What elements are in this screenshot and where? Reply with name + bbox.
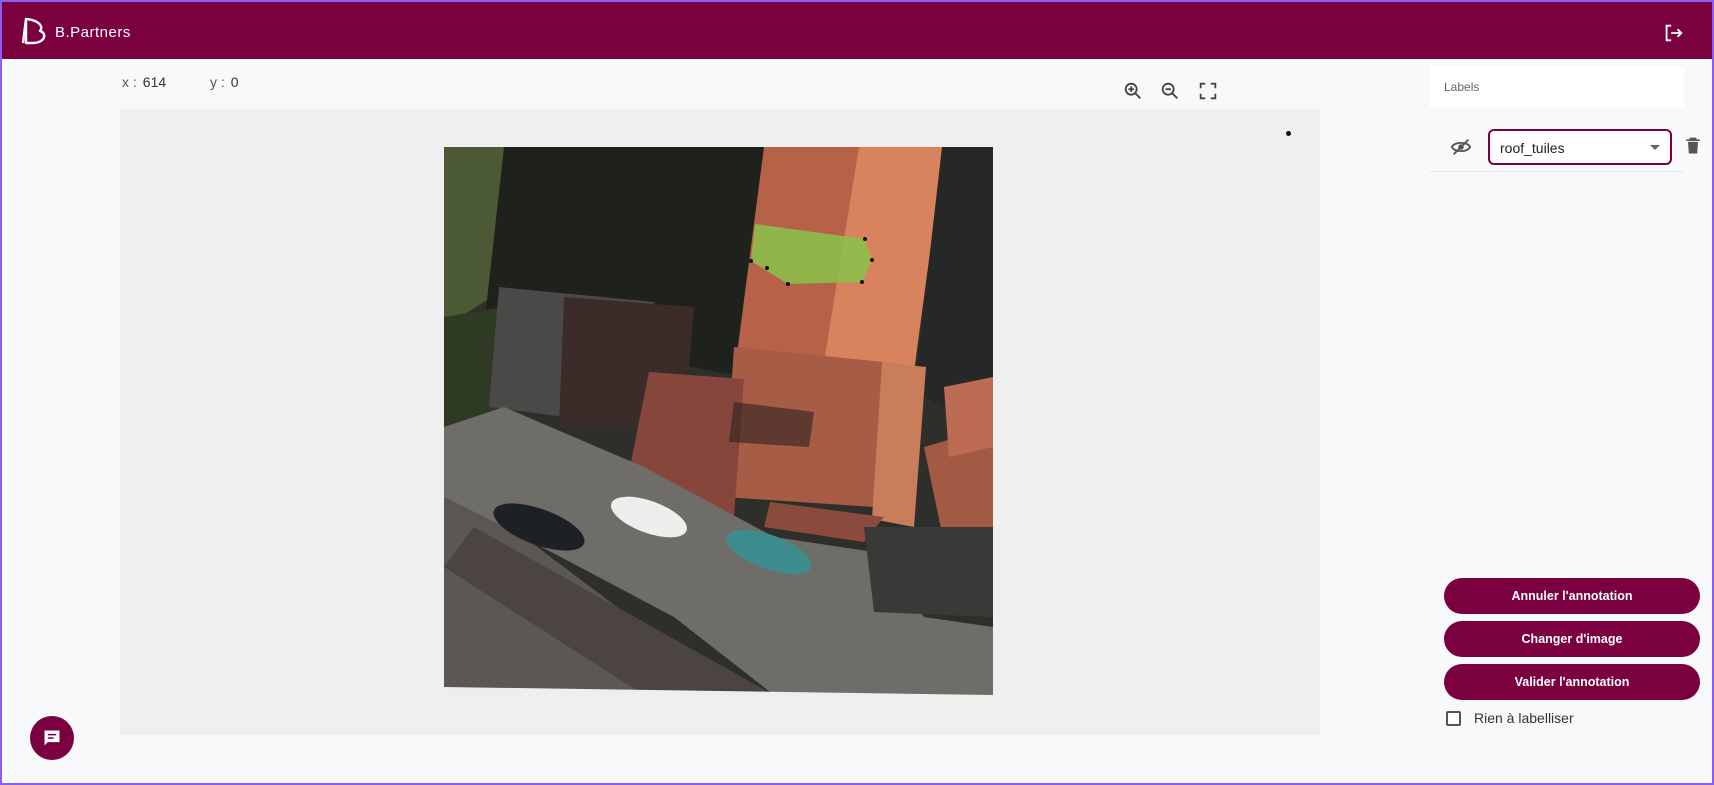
fullscreen-icon [1199, 82, 1217, 100]
cursor-y-label: y : [210, 74, 225, 90]
zoom-out-button[interactable] [1159, 80, 1181, 102]
label-select-value: roof_tuiles [1500, 140, 1565, 156]
validate-annotation-button[interactable]: Valider l'annotation [1444, 664, 1700, 700]
cancel-annotation-button[interactable]: Annuler l'annotation [1444, 578, 1700, 614]
cursor-x-label: x : [122, 74, 137, 90]
annotation-canvas[interactable] [120, 109, 1320, 735]
cursor-x-value: 614 [142, 74, 167, 90]
chevron-down-icon [1650, 145, 1660, 150]
labels-title: Labels [1444, 80, 1480, 94]
aerial-image[interactable] [444, 147, 993, 695]
zoom-in-icon [1124, 82, 1141, 99]
zoom-out-icon [1161, 82, 1178, 99]
cursor-y-value: 0 [230, 74, 239, 90]
change-image-button[interactable]: Changer d'image [1444, 621, 1700, 657]
brand-logo-icon[interactable] [20, 16, 50, 46]
labels-panel-header: Labels [1430, 66, 1684, 108]
label-select[interactable]: roof_tuiles [1488, 129, 1672, 165]
chat-icon [44, 730, 60, 746]
label-row: roof_tuiles [1430, 124, 1684, 172]
brand-name: B.Partners [55, 24, 131, 41]
canvas-point [1286, 131, 1291, 136]
trash-icon[interactable] [1683, 136, 1703, 156]
aerial-photo [444, 147, 993, 695]
eye-off-icon[interactable] [1450, 136, 1472, 158]
fullscreen-button[interactable] [1197, 80, 1219, 102]
zoom-in-button[interactable] [1122, 80, 1144, 102]
cursor-y-readout: y : 0 [210, 74, 239, 90]
nothing-to-label-text: Rien à labelliser [1474, 710, 1574, 726]
logout-icon[interactable] [1662, 22, 1684, 44]
nothing-to-label-checkbox[interactable] [1446, 711, 1461, 726]
top-app-bar: B.Partners [2, 2, 1712, 59]
cursor-x-readout: x : 614 [122, 74, 166, 90]
chat-button[interactable] [30, 716, 74, 760]
